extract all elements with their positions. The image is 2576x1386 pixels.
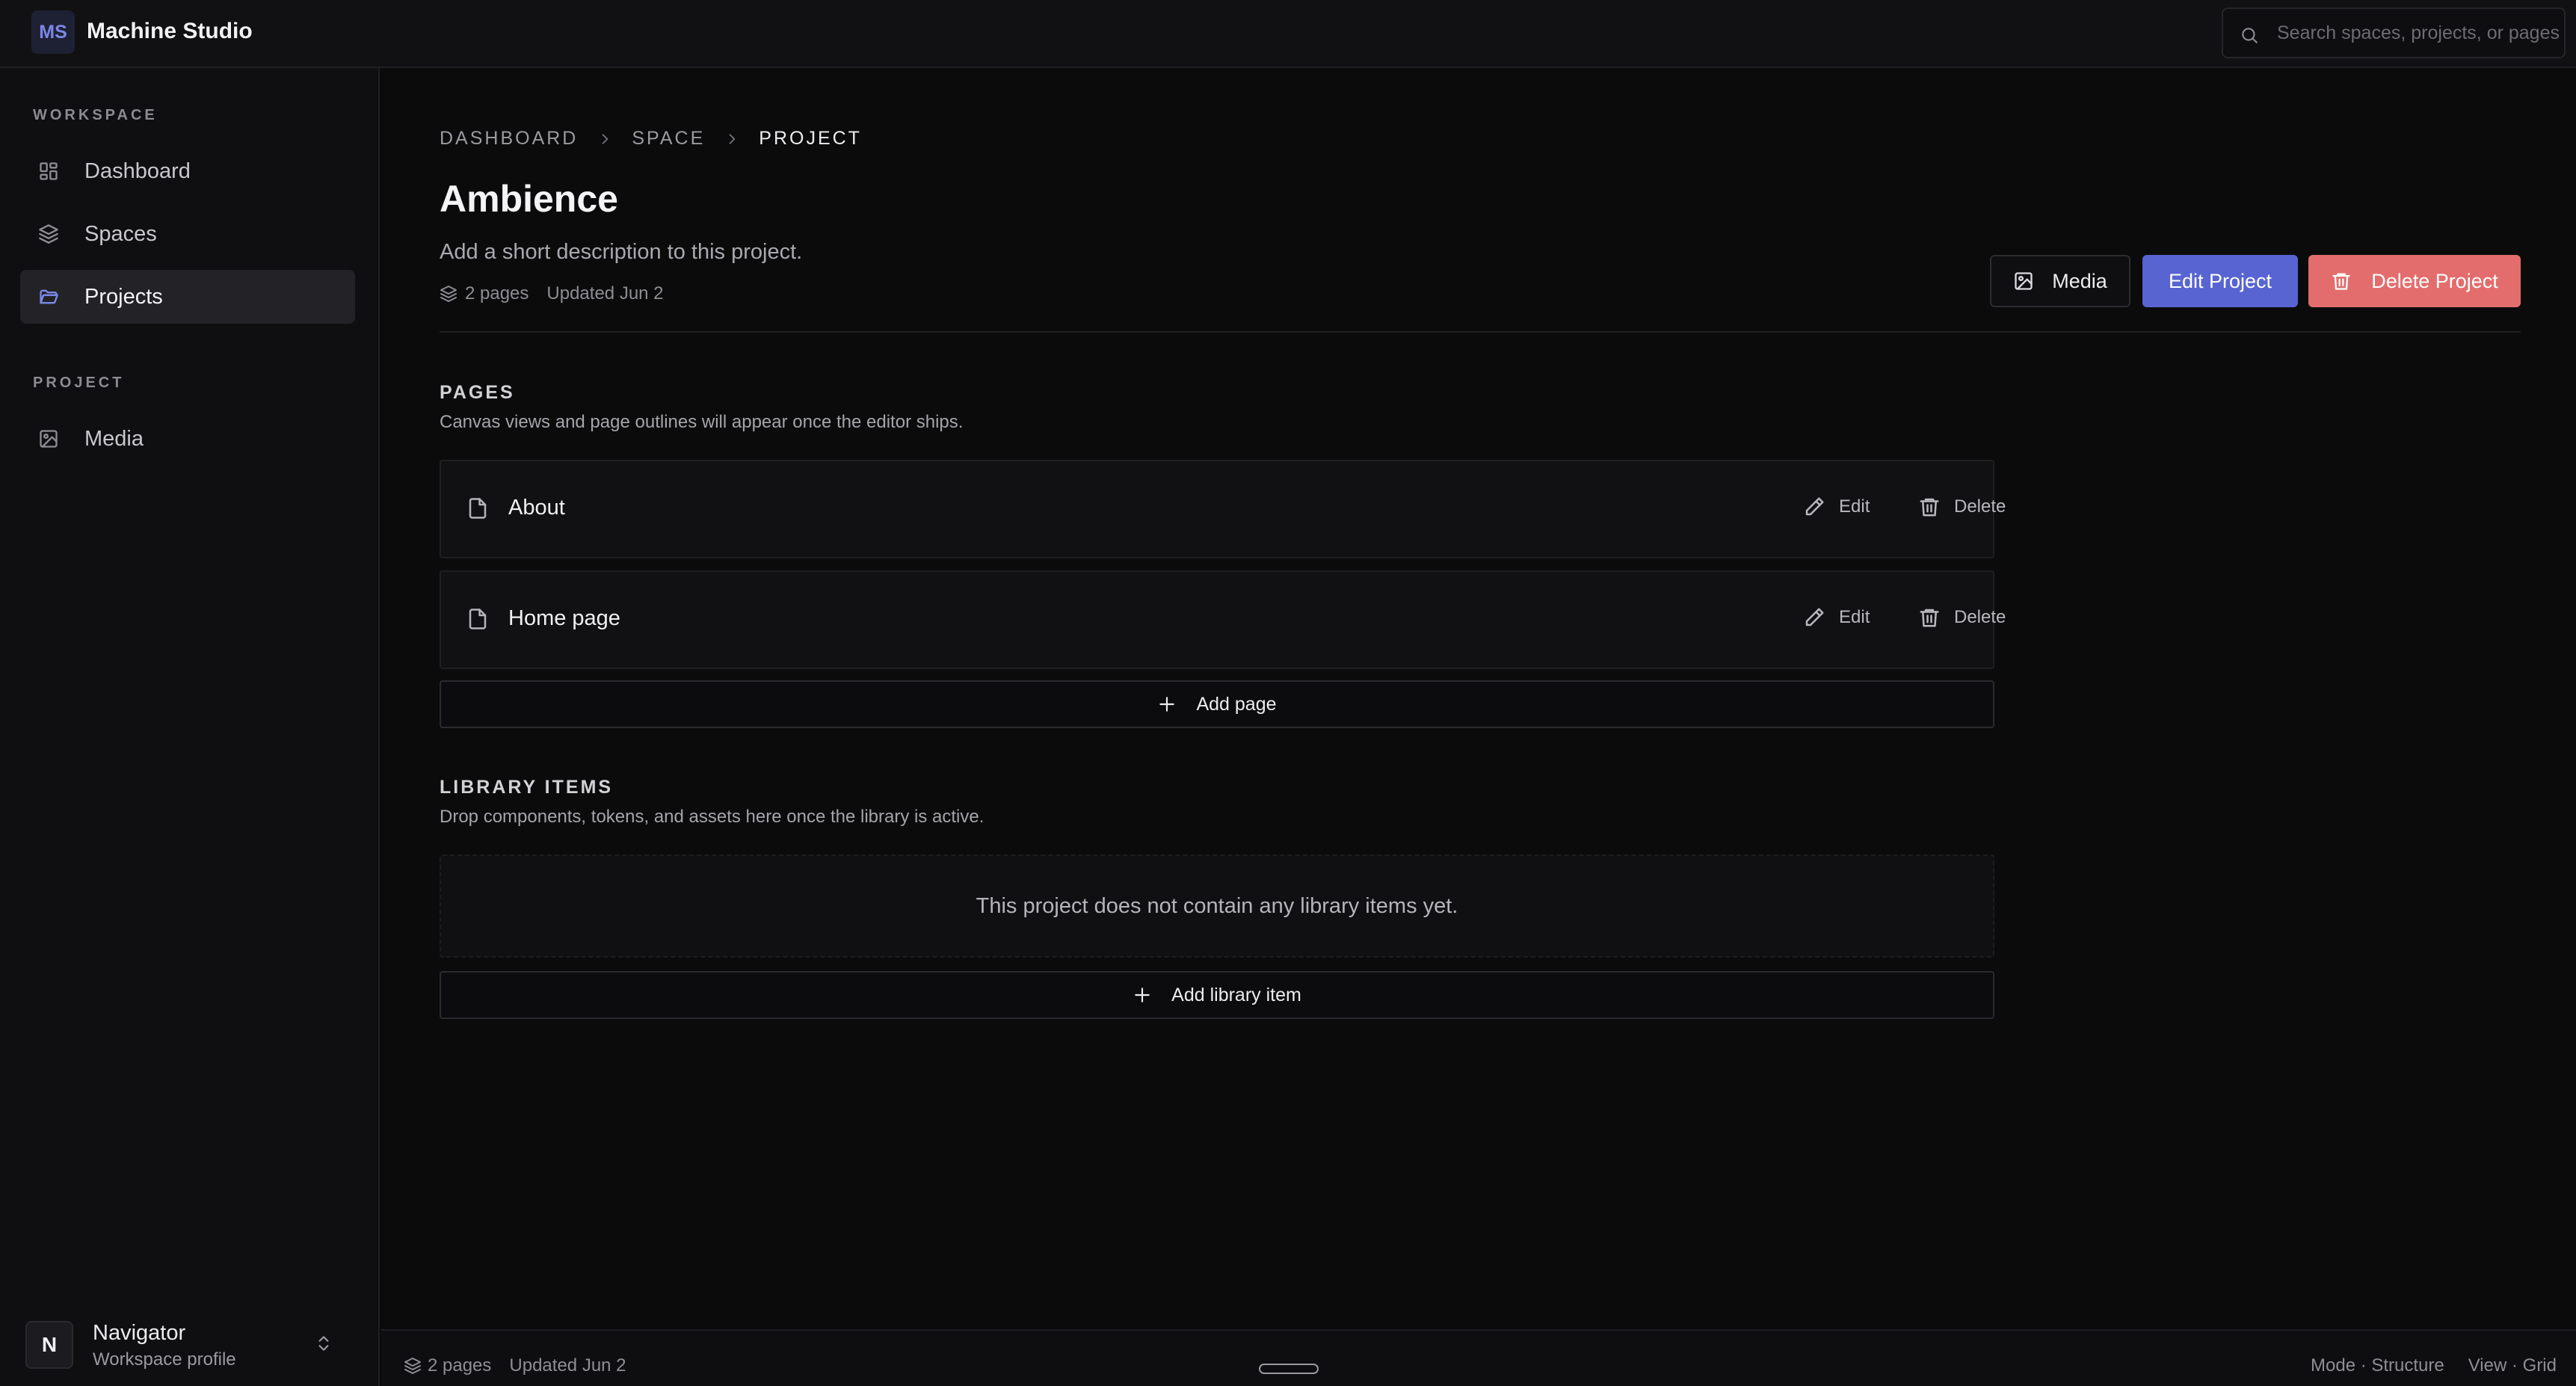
breadcrumb-space[interactable]: SPACE	[632, 128, 705, 150]
add-page-button[interactable]: Add page	[440, 680, 1994, 728]
status-meta: 2 pages Updated Jun 2	[404, 1355, 626, 1376]
profile-name: Navigator	[93, 1321, 186, 1345]
page-name: About	[508, 496, 565, 520]
status-bar: 2 pages Updated Jun 2 Mode · Structure V…	[381, 1329, 2576, 1386]
main-content: DASHBOARD SPACE PROJECT Ambience Add a s…	[381, 70, 2576, 1329]
sidebar-section-workspace: WORKSPACE	[33, 107, 158, 123]
file-icon	[466, 496, 489, 521]
chevron-right-icon	[597, 132, 612, 147]
chevron-right-icon	[724, 132, 739, 147]
status-updated: Updated Jun 2	[509, 1355, 626, 1376]
pencil-icon	[1803, 496, 1825, 518]
page-row-home[interactable]: Home page Edit Delete	[440, 570, 2006, 669]
trash-icon	[1918, 606, 1941, 629]
search-input[interactable]	[2277, 9, 2561, 57]
page-name: Home page	[508, 606, 620, 630]
trash-icon	[2331, 271, 2352, 292]
sidebar-item-label: Projects	[84, 284, 163, 309]
status-mode[interactable]: Mode · Structure	[2311, 1355, 2444, 1376]
edit-label: Edit	[1839, 607, 1870, 627]
media-button-label: Media	[2052, 269, 2107, 292]
sidebar-item-dashboard[interactable]: Dashboard	[20, 144, 355, 198]
layers-icon	[38, 224, 64, 244]
pages-count: 2 pages	[465, 283, 529, 304]
profile-switcher[interactable]: N Navigator Workspace profile	[25, 1319, 354, 1372]
search-box[interactable]	[2222, 7, 2566, 58]
add-page-label: Add page	[1196, 693, 1277, 715]
plus-icon	[1157, 694, 1177, 714]
chevrons-up-down-icon	[314, 1331, 333, 1355]
edit-page-button[interactable]: Edit	[1803, 496, 1870, 518]
image-icon	[38, 428, 64, 449]
add-library-item-button[interactable]: Add library item	[440, 971, 1994, 1019]
edit-project-button[interactable]: Edit Project	[2142, 255, 2298, 307]
profile-subtitle: Workspace profile	[93, 1349, 236, 1370]
media-button[interactable]: Media	[1990, 255, 2130, 307]
add-library-item-label: Add library item	[1171, 984, 1301, 1005]
header-divider	[440, 331, 2521, 333]
delete-label: Delete	[1954, 607, 2006, 627]
sidebar-section-project: PROJECT	[33, 375, 125, 391]
layers-icon	[404, 1357, 422, 1375]
edit-page-button[interactable]: Edit	[1803, 606, 1870, 629]
delete-project-button[interactable]: Delete Project	[2308, 255, 2521, 307]
status-modes: Mode · Structure View · Grid	[2311, 1355, 2557, 1376]
delete-label: Delete	[1954, 496, 2006, 517]
library-empty-state: This project does not contain any librar…	[440, 854, 1994, 958]
trash-icon	[1918, 496, 1941, 518]
file-icon	[466, 606, 489, 632]
project-description[interactable]: Add a short description to this project.	[440, 240, 802, 265]
pencil-icon	[1803, 606, 1825, 629]
resize-handle[interactable]	[1259, 1364, 1319, 1374]
breadcrumb: DASHBOARD SPACE PROJECT	[440, 128, 862, 150]
folder-icon	[38, 286, 64, 307]
breadcrumb-dashboard[interactable]: DASHBOARD	[440, 128, 578, 150]
avatar: N	[25, 1321, 73, 1369]
page-row-about[interactable]: About Edit Delete	[440, 460, 2006, 558]
library-section-subtitle: Drop components, tokens, and assets here…	[440, 807, 985, 827]
sidebar-item-spaces[interactable]: Spaces	[20, 207, 355, 261]
sidebar-item-projects[interactable]: Projects	[20, 270, 355, 324]
status-view[interactable]: View · Grid	[2468, 1355, 2557, 1376]
dashboard-icon	[38, 161, 64, 182]
plus-icon	[1133, 985, 1152, 1005]
layers-icon	[440, 285, 457, 303]
image-icon	[2013, 271, 2034, 292]
sidebar-item-label: Spaces	[84, 221, 157, 246]
edit-label: Edit	[1839, 496, 1870, 517]
library-section-title: LIBRARY ITEMS	[440, 777, 614, 798]
sidebar-item-label: Dashboard	[84, 158, 191, 183]
pages-section-subtitle: Canvas views and page outlines will appe…	[440, 412, 964, 432]
status-pages-count: 2 pages	[428, 1355, 492, 1376]
sidebar-item-label: Media	[84, 426, 144, 451]
delete-page-button[interactable]: Delete	[1918, 606, 2006, 629]
breadcrumb-project: PROJECT	[759, 128, 862, 149]
pages-section-title: PAGES	[440, 382, 515, 403]
sidebar-item-media[interactable]: Media	[20, 412, 355, 466]
updated-date: Updated Jun 2	[546, 283, 664, 304]
app-logo[interactable]: MS	[31, 10, 75, 54]
sidebar: WORKSPACE Dashboard Spaces Projects PROJ…	[0, 68, 380, 1386]
search-icon	[2240, 25, 2259, 45]
delete-project-label: Delete Project	[2371, 269, 2498, 292]
page-title: Ambience	[440, 178, 618, 220]
delete-page-button[interactable]: Delete	[1918, 496, 2006, 518]
app-title[interactable]: Machine Studio	[87, 19, 253, 44]
top-bar: MS Machine Studio	[0, 0, 2576, 68]
project-meta: 2 pages Updated Jun 2	[440, 283, 664, 304]
